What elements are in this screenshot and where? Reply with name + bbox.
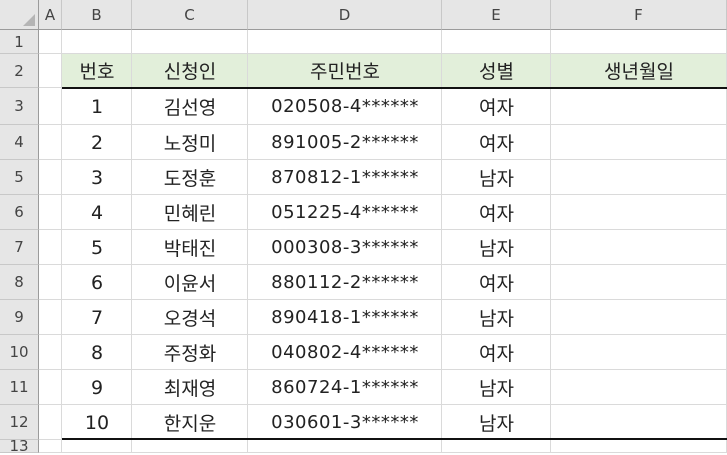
resident-number-cell[interactable]: 891005-2****** bbox=[248, 125, 442, 160]
header-resident-number-cell[interactable]: 주민번호 bbox=[248, 54, 442, 86]
row-header-1[interactable]: 1 bbox=[0, 30, 39, 54]
gender-cell[interactable]: 여자 bbox=[442, 195, 551, 230]
column-header-d[interactable]: D bbox=[248, 0, 442, 30]
resident-number-cell[interactable]: 880112-2****** bbox=[248, 265, 442, 300]
applicant-cell[interactable]: 노정미 bbox=[132, 125, 248, 160]
number-cell[interactable]: 9 bbox=[62, 370, 132, 405]
column-header-a[interactable]: A bbox=[39, 0, 62, 30]
number-cell[interactable]: 5 bbox=[62, 230, 132, 265]
select-all-corner[interactable] bbox=[0, 0, 39, 30]
row-header-6[interactable]: 6 bbox=[0, 195, 39, 230]
number-cell[interactable]: 1 bbox=[62, 88, 132, 125]
birthdate-cell[interactable] bbox=[551, 195, 727, 230]
resident-number-cell[interactable]: 860724-1****** bbox=[248, 370, 442, 405]
birthdate-cell[interactable] bbox=[551, 370, 727, 405]
header-applicant-cell[interactable]: 신청인 bbox=[132, 54, 248, 86]
spreadsheet-grid: A B C D E F 1 2 3 4 5 6 7 8 9 10 11 12 13 번호 신청인 주민번호 성별 생년월일 1 김… bbox=[0, 0, 727, 455]
gender-cell[interactable]: 남자 bbox=[442, 405, 551, 440]
row-header-13[interactable]: 13 bbox=[0, 437, 39, 455]
resident-number-cell[interactable]: 870812-1****** bbox=[248, 160, 442, 195]
row-header-4[interactable]: 4 bbox=[0, 125, 39, 160]
applicant-cell[interactable]: 이윤서 bbox=[132, 265, 248, 300]
gender-cell[interactable]: 여자 bbox=[442, 265, 551, 300]
header-number-cell[interactable]: 번호 bbox=[62, 54, 132, 86]
resident-number-cell[interactable]: 890418-1****** bbox=[248, 300, 442, 335]
birthdate-cell[interactable] bbox=[551, 160, 727, 195]
gender-cell[interactable]: 남자 bbox=[442, 300, 551, 335]
gender-cell[interactable]: 남자 bbox=[442, 160, 551, 195]
applicant-cell[interactable]: 최재영 bbox=[132, 370, 248, 405]
number-cell[interactable]: 2 bbox=[62, 125, 132, 160]
applicant-cell[interactable]: 박태진 bbox=[132, 230, 248, 265]
row-header-12[interactable]: 12 bbox=[0, 405, 39, 440]
gender-cell[interactable]: 여자 bbox=[442, 125, 551, 160]
row-header-9[interactable]: 9 bbox=[0, 300, 39, 335]
birthdate-cell[interactable] bbox=[551, 265, 727, 300]
gender-cell[interactable]: 남자 bbox=[442, 230, 551, 265]
resident-number-cell[interactable]: 020508-4****** bbox=[248, 88, 442, 125]
column-header-f[interactable]: F bbox=[551, 0, 727, 30]
row-header-2[interactable]: 2 bbox=[0, 54, 39, 88]
gender-cell[interactable]: 여자 bbox=[442, 335, 551, 370]
gender-cell[interactable]: 남자 bbox=[442, 370, 551, 405]
applicant-cell[interactable]: 한지운 bbox=[132, 405, 248, 440]
birthdate-cell[interactable] bbox=[551, 300, 727, 335]
applicant-cell[interactable]: 주정화 bbox=[132, 335, 248, 370]
applicant-cell[interactable]: 민혜린 bbox=[132, 195, 248, 230]
row-header-7[interactable]: 7 bbox=[0, 230, 39, 265]
header-gender-cell[interactable]: 성별 bbox=[442, 54, 551, 86]
resident-number-cell[interactable]: 030601-3****** bbox=[248, 405, 442, 440]
resident-number-cell[interactable]: 000308-3****** bbox=[248, 230, 442, 265]
number-cell[interactable]: 4 bbox=[62, 195, 132, 230]
row-header-8[interactable]: 8 bbox=[0, 265, 39, 300]
row-header-10[interactable]: 10 bbox=[0, 335, 39, 370]
column-header-b[interactable]: B bbox=[62, 0, 132, 30]
resident-number-cell[interactable]: 040802-4****** bbox=[248, 335, 442, 370]
number-cell[interactable]: 7 bbox=[62, 300, 132, 335]
row-header-11[interactable]: 11 bbox=[0, 370, 39, 405]
birthdate-cell[interactable] bbox=[551, 230, 727, 265]
number-cell[interactable]: 10 bbox=[62, 405, 132, 440]
gender-cell[interactable]: 여자 bbox=[442, 88, 551, 125]
number-cell[interactable]: 8 bbox=[62, 335, 132, 370]
applicant-cell[interactable]: 도정훈 bbox=[132, 160, 248, 195]
row-header-3[interactable]: 3 bbox=[0, 88, 39, 125]
applicant-cell[interactable]: 오경석 bbox=[132, 300, 248, 335]
birthdate-cell[interactable] bbox=[551, 335, 727, 370]
birthdate-cell[interactable] bbox=[551, 88, 727, 125]
row-header-5[interactable]: 5 bbox=[0, 160, 39, 195]
number-cell[interactable]: 6 bbox=[62, 265, 132, 300]
resident-number-cell[interactable]: 051225-4****** bbox=[248, 195, 442, 230]
column-header-c[interactable]: C bbox=[132, 0, 248, 30]
birthdate-cell[interactable] bbox=[551, 125, 727, 160]
number-cell[interactable]: 3 bbox=[62, 160, 132, 195]
birthdate-cell[interactable] bbox=[551, 405, 727, 440]
applicant-cell[interactable]: 김선영 bbox=[132, 88, 248, 125]
column-header-e[interactable]: E bbox=[442, 0, 551, 30]
header-birthdate-cell[interactable]: 생년월일 bbox=[551, 54, 727, 86]
select-all-triangle-icon bbox=[23, 14, 35, 26]
